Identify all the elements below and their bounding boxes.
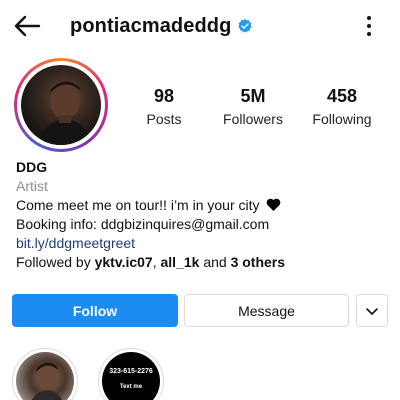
following-label: Following	[312, 111, 372, 127]
username: pontiacmadeddg	[70, 14, 232, 37]
highlight-phone: 323-615-2276	[109, 368, 153, 375]
bio-line-1-text: Come meet me on tour!! i’m in your city	[16, 197, 260, 213]
followed-by-user-1[interactable]: yktv.ic07	[95, 254, 153, 270]
chevron-down-icon	[366, 307, 378, 315]
following-count: 458	[326, 86, 358, 106]
posts-label: Posts	[146, 111, 182, 127]
profile-header: pontiacmadeddg	[0, 0, 400, 52]
followed-by-user-2[interactable]: all_1k	[161, 254, 200, 270]
verified-badge-icon	[238, 19, 253, 33]
bio-link[interactable]: bit.ly/ddgmeetgreet	[16, 234, 386, 253]
message-button[interactable]: Message	[184, 294, 349, 327]
highlight-photo	[16, 352, 74, 400]
bio-line-1: Come meet me on tour!! i’m in your city	[16, 196, 386, 215]
following-stat[interactable]: 458 Following	[302, 86, 382, 127]
followers-count: 5M	[240, 86, 266, 106]
more-vertical-icon	[367, 16, 371, 36]
followed-by-others[interactable]: 3 others	[231, 254, 285, 270]
more-options-button[interactable]	[360, 14, 378, 38]
profile-title: pontiacmadeddg	[70, 13, 253, 39]
posts-count: 98	[153, 86, 175, 106]
avatar	[21, 65, 101, 145]
highlight-1[interactable]	[12, 348, 78, 400]
highlight-face	[31, 362, 63, 400]
bio-line-2: Booking info: ddgbizinquires@gmail.com	[16, 216, 270, 232]
display-name: DDG	[16, 159, 48, 175]
highlight-label: Text me	[119, 384, 143, 390]
suggested-accounts-button[interactable]	[356, 294, 388, 327]
followed-by-prefix: Followed by	[16, 254, 95, 270]
profile-category: Artist	[16, 178, 48, 194]
avatar-photo	[39, 81, 91, 145]
follow-button[interactable]: Follow	[12, 294, 178, 327]
highlight-2[interactable]: 323-615-2276 Text me	[98, 348, 164, 400]
followed-by[interactable]: Followed by yktv.ic07, all_1k and 3 othe…	[16, 253, 386, 272]
highlight-text-cover: 323-615-2276 Text me	[102, 352, 160, 400]
followers-label: Followers	[223, 111, 283, 127]
posts-stat[interactable]: 98 Posts	[124, 86, 204, 127]
followed-by-separator: ,	[152, 254, 161, 270]
story-ring[interactable]	[14, 58, 108, 152]
back-button[interactable]	[12, 12, 44, 40]
followed-by-and: and	[199, 254, 231, 270]
followers-stat[interactable]: 5M Followers	[213, 86, 293, 127]
arrow-left-icon	[14, 15, 41, 37]
profile-bio: DDG Artist Come meet me on tour!! i’m in…	[16, 158, 386, 272]
black-heart-icon	[267, 198, 281, 211]
